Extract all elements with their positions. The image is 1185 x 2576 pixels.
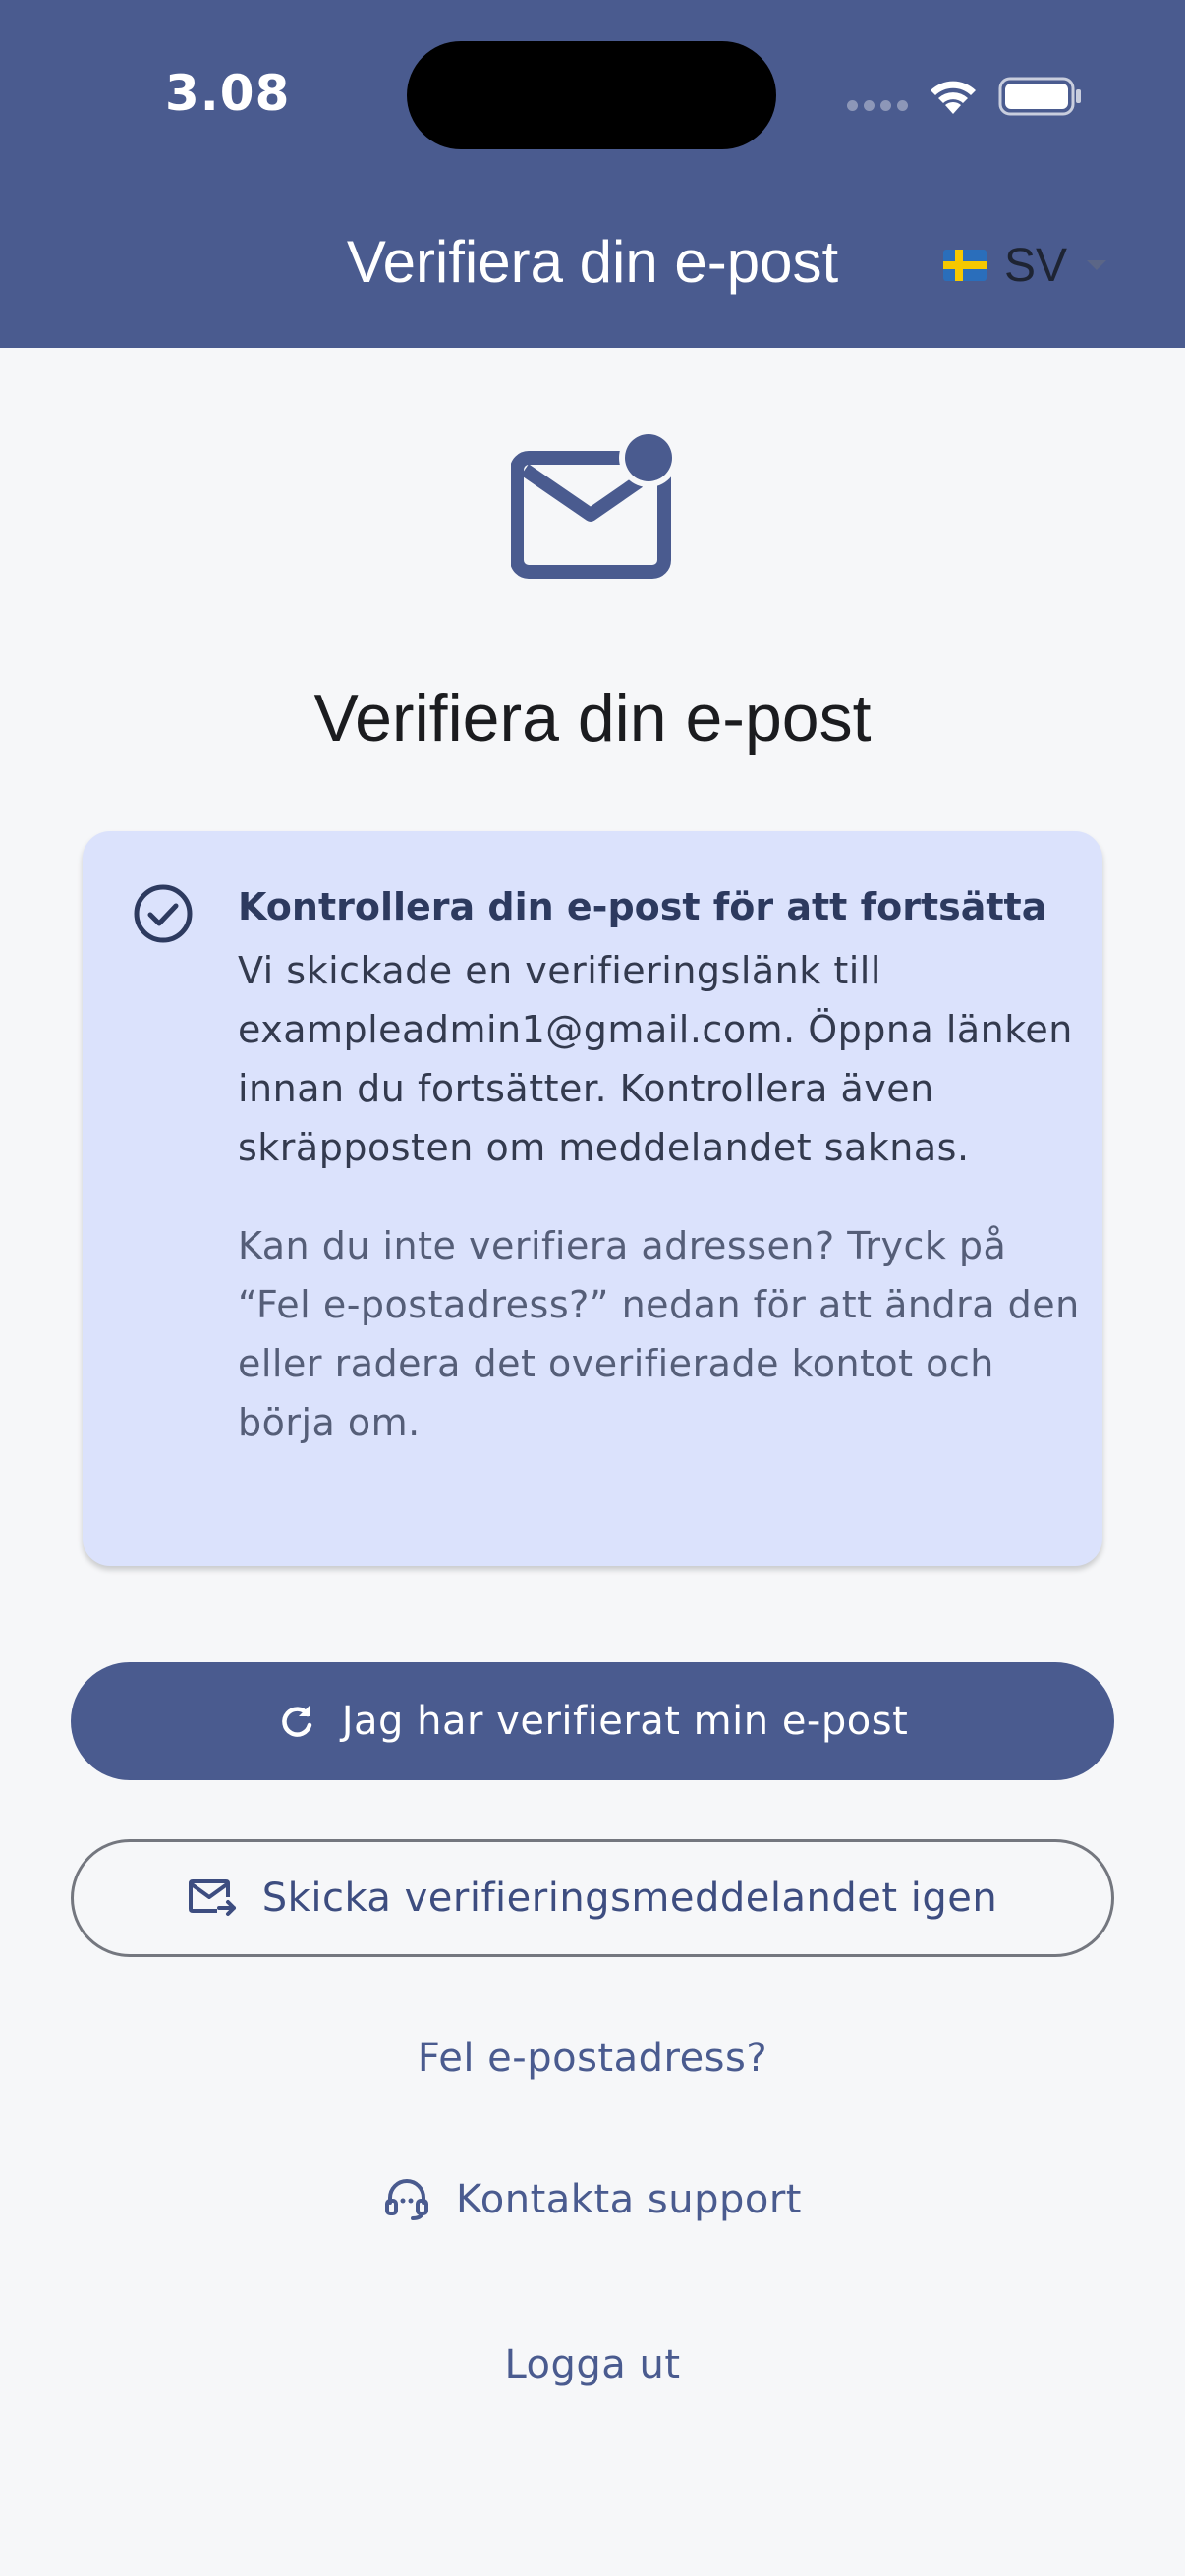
wifi-icon: [931, 81, 976, 114]
refresh-icon: [281, 1706, 311, 1737]
wrong-email-label: Fel e-postadress?: [417, 2036, 768, 2081]
contact-support-link[interactable]: Kontakta support: [0, 2177, 1185, 2222]
headset-icon: [385, 2179, 429, 2220]
info-card-body: Vi skickade en verifieringslänk till exa…: [238, 949, 1073, 1169]
mail-send-icon: [188, 1879, 236, 1916]
page-title: Verifiera din e-post: [313, 681, 872, 756]
info-card: Kontrollera din e-post för att fortsätta…: [83, 831, 1102, 1566]
language-code: SV: [1004, 239, 1068, 292]
check-circle-icon: [134, 884, 193, 943]
resend-button[interactable]: Skicka verifieringsmeddelandet igen: [71, 1839, 1114, 1957]
verified-button-label: Jag har verifierat min e-post: [341, 1699, 909, 1744]
info-card-text: Kontrollera din e-post för att fortsätta…: [238, 880, 1083, 1452]
sweden-flag-icon: [943, 250, 987, 281]
wrong-email-link[interactable]: Fel e-postadress?: [0, 2036, 1185, 2081]
status-time: 3.08: [165, 65, 291, 122]
mail-notification-icon: [511, 432, 678, 579]
logout-link[interactable]: Logga ut: [0, 2342, 1185, 2387]
info-card-heading: Kontrollera din e-post för att fortsätta: [238, 885, 1047, 928]
logout-label: Logga ut: [504, 2342, 681, 2387]
language-selector[interactable]: SV: [943, 236, 1108, 295]
app-header: 3.08 Verifiera din e-post SV: [0, 0, 1185, 348]
info-card-note: Kan du inte verifiera adressen? Tryck på…: [238, 1224, 1080, 1444]
verified-button[interactable]: Jag har verifierat min e-post: [71, 1662, 1114, 1780]
dynamic-island: [407, 41, 776, 149]
resend-button-label: Skicka verifieringsmeddelandet igen: [261, 1876, 998, 1921]
caret-down-icon: [1087, 260, 1107, 270]
battery-icon: [998, 77, 1081, 116]
status-icons: [847, 71, 1083, 120]
cellular-signal-icon: [847, 100, 908, 111]
contact-support-label: Kontakta support: [456, 2177, 802, 2222]
